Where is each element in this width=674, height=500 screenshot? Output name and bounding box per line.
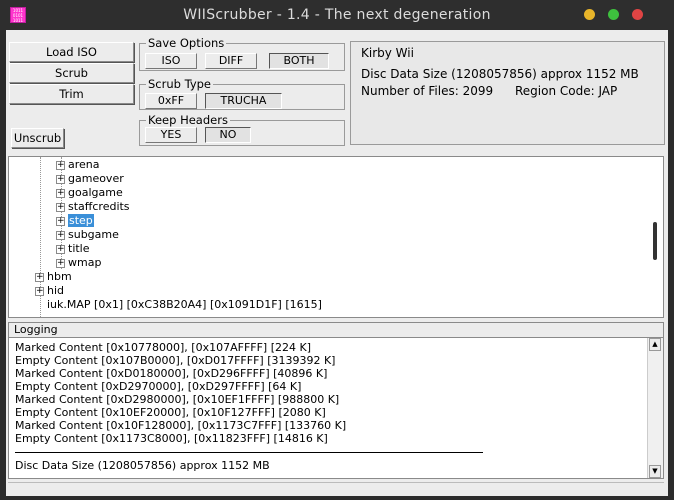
tree-item-selected[interactable]: + step: [56, 214, 94, 228]
logging-header: Logging: [8, 322, 664, 338]
tree-item-label: title: [68, 242, 90, 255]
scroll-down-icon[interactable]: ▼: [649, 465, 661, 478]
expand-icon[interactable]: +: [56, 160, 65, 170]
expand-icon[interactable]: +: [56, 188, 65, 198]
expand-icon[interactable]: +: [56, 216, 65, 226]
title-bar: 1011 0101 1011 WIIScrubber - 1.4 - The n…: [0, 0, 674, 30]
expand-icon[interactable]: +: [56, 174, 65, 184]
close-button[interactable]: [632, 9, 643, 20]
scrub-0xff-toggle[interactable]: 0xFF: [145, 93, 197, 109]
tree-scrollbar-thumb[interactable]: [653, 222, 657, 260]
tree-item-label: step: [68, 214, 94, 227]
trim-button[interactable]: Trim: [9, 84, 134, 104]
log-line: Empty Content [0x1173C8000], [0x11823FFF…: [15, 432, 328, 445]
disc-data-size: Disc Data Size (1208057856) approx 1152 …: [361, 67, 639, 81]
window-title: WIIScrubber - 1.4 - The next degeneratio…: [183, 7, 491, 23]
region-code: Region Code: JAP: [515, 84, 618, 98]
disc-info-panel: Kirby Wii Disc Data Size (1208057856) ap…: [350, 41, 665, 145]
maximize-button[interactable]: [608, 9, 619, 20]
log-line: Empty Content [0xD2970000], [0xD297FFFF]…: [15, 380, 302, 393]
log-line: Marked Content [0x10F128000], [0x1173C7F…: [15, 419, 347, 432]
expand-icon[interactable]: +: [35, 272, 44, 282]
load-iso-button[interactable]: Load ISO: [9, 42, 134, 62]
log-line: Empty Content [0x107B0000], [0xD017FFFF]…: [15, 354, 336, 367]
main-window: Load ISO Scrub Trim Unscrub Save Options…: [6, 30, 668, 496]
save-both-toggle[interactable]: BOTH: [269, 53, 329, 69]
tree-item[interactable]: + hid: [35, 284, 64, 298]
log-output[interactable]: Marked Content [0x10778000], [0x107AFFFF…: [8, 337, 664, 479]
expand-icon[interactable]: +: [56, 230, 65, 240]
tree-item-label: arena: [68, 158, 100, 171]
tree-item[interactable]: + goalgame: [56, 186, 123, 200]
tree-item[interactable]: + title: [56, 242, 90, 256]
status-bar: [8, 482, 664, 495]
unscrub-button[interactable]: Unscrub: [11, 128, 64, 148]
tree-item-label: hid: [47, 284, 65, 297]
tree-item-label: hbm: [47, 270, 72, 283]
keep-headers-label: Keep Headers: [146, 113, 230, 127]
scrub-button[interactable]: Scrub: [9, 63, 134, 83]
expand-icon[interactable]: +: [35, 286, 44, 296]
number-of-files: Number of Files: 2099: [361, 84, 494, 98]
tree-item-label: wmap: [68, 256, 102, 269]
tree-item[interactable]: + wmap: [56, 256, 101, 270]
minimize-button[interactable]: [584, 9, 595, 20]
tree-item-label: iuk.MAP [0x1] [0xC38B20A4] [0x1091D1F] […: [47, 298, 322, 311]
expand-icon[interactable]: +: [56, 202, 65, 212]
game-title: Kirby Wii: [361, 46, 414, 60]
log-scrollbar[interactable]: ▲ ▼: [647, 338, 663, 478]
scroll-up-icon[interactable]: ▲: [649, 338, 661, 351]
keep-headers-yes-toggle[interactable]: YES: [145, 127, 197, 143]
keep-headers-group: Keep Headers YES NO: [139, 113, 345, 146]
scrub-type-label: Scrub Type: [146, 77, 214, 91]
keep-headers-no-toggle[interactable]: NO: [205, 127, 251, 143]
save-diff-toggle[interactable]: DIFF: [205, 53, 257, 69]
expand-icon[interactable]: +: [56, 244, 65, 254]
log-separator: [15, 452, 483, 453]
tree-item[interactable]: + gameover: [56, 172, 124, 186]
tree-item[interactable]: + arena: [56, 158, 100, 172]
save-options-label: Save Options: [146, 36, 227, 50]
tree-item[interactable]: + hbm: [35, 270, 72, 284]
save-iso-toggle[interactable]: ISO: [145, 53, 197, 69]
log-line: Empty Content [0x10EF20000], [0x10F127FF…: [15, 406, 326, 419]
file-tree[interactable]: + arena + gameover + goalgame + staffcredits…: [8, 156, 664, 318]
tree-item[interactable]: + staffcredits: [56, 200, 130, 214]
log-summary: Disc Data Size (1208057856) approx 1152 …: [15, 459, 270, 472]
log-line: Marked Content [0x10778000], [0x107AFFFF…: [15, 341, 312, 354]
tree-item[interactable]: + subgame: [56, 228, 119, 242]
tree-item-label: gameover: [68, 172, 124, 185]
tree-item[interactable]: iuk.MAP [0x1] [0xC38B20A4] [0x1091D1F] […: [47, 298, 322, 312]
scrub-trucha-toggle[interactable]: TRUCHA: [205, 93, 282, 109]
scrub-type-group: Scrub Type 0xFF TRUCHA: [139, 77, 345, 110]
tree-item-label: staffcredits: [68, 200, 130, 213]
expand-icon[interactable]: +: [56, 258, 65, 268]
tree-item-label: subgame: [68, 228, 119, 241]
save-options-group: Save Options ISO DIFF BOTH: [139, 36, 345, 71]
tree-item-label: goalgame: [68, 186, 123, 199]
log-line: Marked Content [0xD2980000], [0x10EF1FFF…: [15, 393, 340, 406]
log-line: Marked Content [0xD0180000], [0xD296FFFF…: [15, 367, 328, 380]
